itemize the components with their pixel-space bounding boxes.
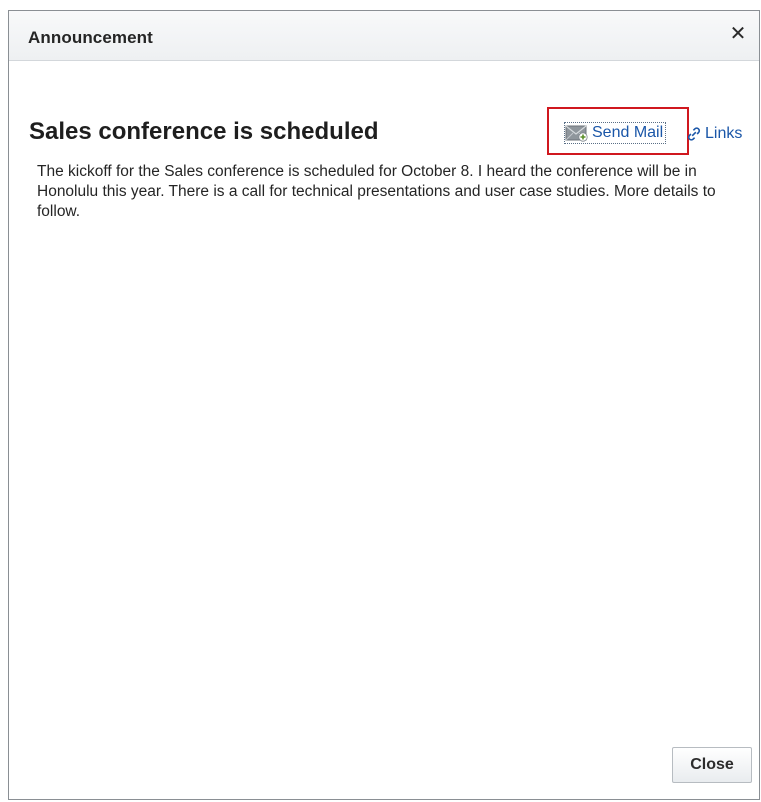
link-icon <box>687 127 701 141</box>
close-button[interactable]: Close <box>672 747 752 783</box>
send-mail-button[interactable]: Send Mail <box>547 107 689 155</box>
envelope-icon <box>565 125 588 142</box>
links-button[interactable]: Links <box>686 125 742 143</box>
close-icon[interactable]: ✕ <box>729 24 747 44</box>
dialog-titlebar: Announcement ✕ <box>9 11 759 61</box>
announcement-headline: Sales conference is scheduled <box>29 118 379 145</box>
announcement-body: The kickoff for the Sales conference is … <box>37 163 716 220</box>
announcement-dialog: Announcement ✕ Sales conference is sched… <box>8 10 760 800</box>
send-mail-link[interactable]: Send Mail <box>563 122 667 144</box>
send-mail-label: Send Mail <box>592 124 664 141</box>
links-label: Links <box>705 125 743 142</box>
dialog-title: Announcement <box>28 28 153 47</box>
